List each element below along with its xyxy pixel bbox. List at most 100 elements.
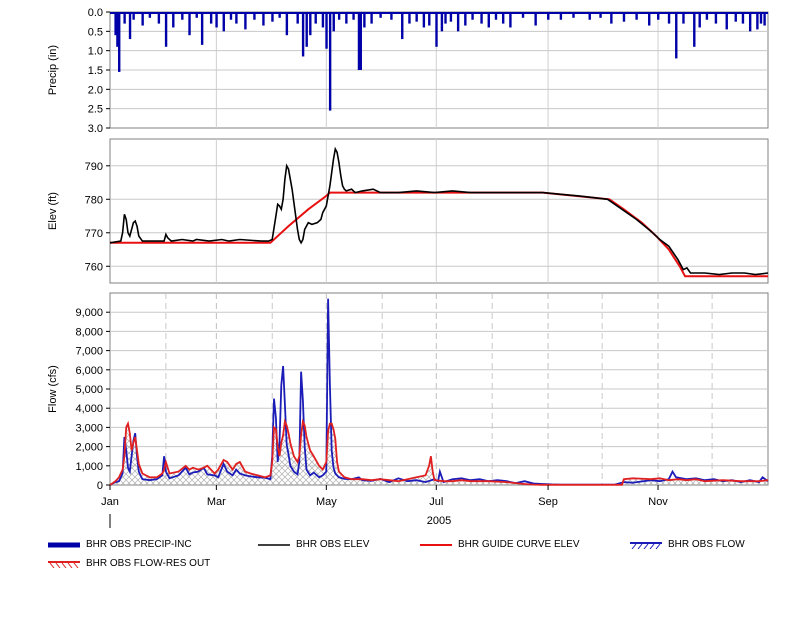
y-tick-label: 770: [85, 228, 103, 240]
precip-ylabel: Precip (in): [47, 45, 59, 95]
precip-bar: [128, 12, 132, 40]
precip-bar: [157, 12, 161, 24]
y-tick-label: 7,000: [75, 346, 103, 358]
precip-bar: [262, 12, 265, 26]
precip-bar: [209, 12, 213, 24]
precip-bar: [321, 12, 325, 28]
y-tick-label: 760: [85, 261, 103, 273]
precip-bar: [741, 12, 745, 24]
precip-bar: [141, 12, 144, 26]
precip-bar: [657, 12, 660, 20]
precip-bar: [444, 12, 447, 24]
legend: BHR OBS PRECIP-INC BHR OBS ELEV BHR GUID…: [40, 535, 780, 575]
legend-label: BHR OBS FLOW: [668, 539, 745, 550]
precip-bar: [278, 12, 281, 18]
precip-bar: [352, 12, 355, 20]
y-tick-label: 8,000: [75, 326, 103, 338]
precip-bar: [422, 12, 426, 28]
precip-bar: [200, 12, 204, 45]
x-tick-label: Jan: [101, 496, 119, 508]
precip-bar: [456, 12, 460, 32]
y-tick-label: 4,000: [75, 403, 103, 415]
precip-bar: [271, 12, 274, 22]
precip-bar: [734, 12, 737, 22]
precip-bar: [534, 12, 537, 26]
precip-bar: [725, 12, 728, 30]
precip-bar: [188, 12, 191, 36]
precip-bar: [435, 12, 438, 47]
precip-bar: [123, 12, 126, 24]
y-tick-label: 5,000: [75, 384, 103, 396]
precip-bar: [763, 12, 766, 26]
precip-bar: [172, 12, 175, 28]
precip-bar: [337, 12, 341, 20]
legend-label: BHR OBS FLOW-RES OUT: [86, 558, 211, 569]
precip-bar: [408, 12, 411, 24]
precip-bar: [401, 12, 404, 40]
precip-bar: [759, 12, 763, 24]
y-tick-label: 780: [85, 194, 103, 206]
precip-bar: [714, 12, 718, 24]
legend-label: BHR OBS ELEV: [296, 539, 370, 550]
precip-bar: [487, 12, 490, 28]
precip-bar: [181, 12, 184, 20]
legend-item-resout: BHR OBS FLOW-RES OUT: [48, 558, 210, 569]
y-tick-label: 3,000: [75, 422, 103, 434]
x-tick-label: Mar: [207, 496, 226, 508]
y-tick-label: 2.0: [88, 84, 103, 96]
precip-bar: [559, 12, 563, 20]
precip-bar: [547, 12, 550, 20]
precip-bar: [345, 12, 348, 24]
y-tick-label: 6,000: [75, 365, 103, 377]
precip-bar: [164, 12, 168, 47]
y-tick-label: 1.0: [88, 46, 103, 58]
precip-bar: [370, 12, 373, 24]
y-tick-label: 3.0: [88, 123, 103, 135]
precip-bar: [229, 12, 233, 20]
precip-bar: [244, 12, 247, 30]
legend-item-precip: BHR OBS PRECIP-INC: [48, 539, 192, 550]
y-tick-label: 790: [85, 161, 103, 173]
precip-bar: [415, 12, 418, 22]
precip-bar: [675, 12, 678, 59]
elev-ylabel: Elev (ft): [47, 192, 59, 230]
precip-bar: [305, 12, 308, 47]
precip-bar: [449, 12, 453, 22]
precip-bar: [588, 12, 591, 20]
y-tick-label: 2,000: [75, 442, 103, 454]
precip-bar: [480, 12, 483, 24]
y-tick-label: 9,000: [75, 307, 103, 319]
precip-bar: [756, 12, 759, 30]
precip-bar: [314, 12, 317, 24]
precip-bar: [705, 12, 709, 20]
line-swatch-icon: [420, 543, 452, 546]
precip-bar: [635, 12, 638, 20]
precip-bar: [572, 12, 575, 18]
legend-item-guide: BHR GUIDE CURVE ELEV: [420, 539, 580, 550]
precip-bar: [648, 12, 651, 26]
precip-bar: [328, 12, 332, 111]
precip-bar: [285, 12, 289, 36]
precip-bar: [215, 12, 218, 28]
precip-bar: [390, 12, 393, 20]
precip-bar: [309, 12, 312, 36]
precip-bar: [748, 12, 752, 32]
precip-bar: [235, 12, 238, 24]
x-tick-label: Sep: [538, 496, 558, 508]
precip-bar: [222, 12, 225, 32]
precip-bar: [610, 12, 613, 24]
legend-label: BHR OBS PRECIP-INC: [86, 539, 192, 550]
line-swatch-icon: [258, 543, 290, 546]
precip-bar: [494, 12, 498, 20]
elev-panel: [109, 138, 769, 284]
hatch-swatch-icon: [48, 560, 80, 568]
y-tick-label: 1,000: [75, 461, 103, 473]
precip-bar: [253, 12, 256, 20]
precip-bar: [501, 12, 505, 24]
year-label: 2005: [427, 515, 451, 527]
precip-bar: [599, 12, 602, 18]
precip-bar: [682, 12, 685, 24]
precip-bar: [118, 12, 121, 72]
legend-label: BHR GUIDE CURVE ELEV: [458, 539, 580, 550]
precip-bar: [440, 12, 444, 32]
